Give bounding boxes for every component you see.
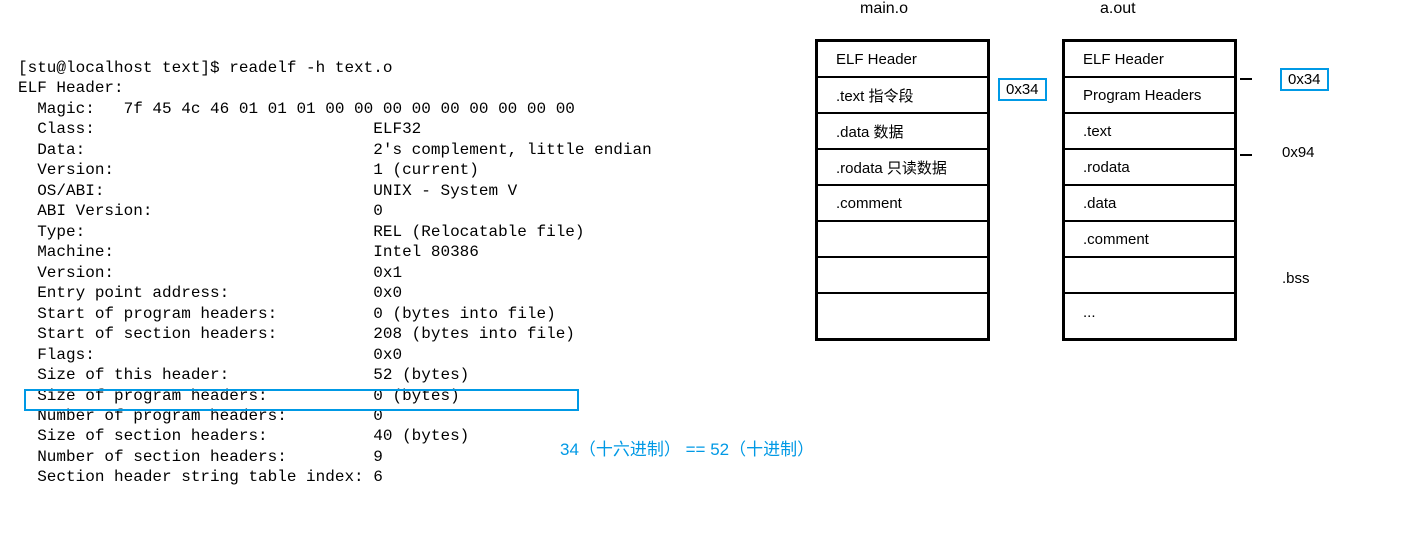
machine-line: Machine: Intel 80386 — [18, 243, 479, 261]
sizesh-line: Size of section headers: 40 (bytes) — [18, 427, 469, 445]
main-row-7 — [818, 294, 987, 330]
aout-tick-0x94 — [1240, 154, 1252, 156]
aout-title: a.out — [1100, 0, 1136, 18]
startph-line: Start of program headers: 0 (bytes into … — [18, 305, 556, 323]
aout-row-5: .comment — [1065, 222, 1234, 258]
type-line: Type: REL (Relocatable file) — [18, 223, 585, 241]
osabi-line: OS/ABI: UNIX - System V — [18, 182, 517, 200]
sizeph-line: Size of program headers: 0 (bytes) — [18, 387, 460, 405]
aout-row-4: .data — [1065, 186, 1234, 222]
main-row-3: .rodata 只读数据 — [818, 150, 987, 186]
main-row-6 — [818, 258, 987, 294]
aout-bss-label: .bss — [1282, 270, 1310, 287]
aout-row-2: .text — [1065, 114, 1234, 150]
aout-row-0: ELF Header — [1065, 42, 1234, 78]
aout-offset-0x94: 0x94 — [1282, 144, 1315, 161]
aout-row-7: ... — [1065, 294, 1234, 330]
entry-line: Entry point address: 0x0 — [18, 284, 402, 302]
sizehdr-line: Size of this header: 52 (bytes) — [18, 366, 469, 384]
prompt-line: [stu@localhost text]$ readelf -h text.o — [18, 59, 392, 77]
aout-row-1: Program Headers — [1065, 78, 1234, 114]
aout-row-6 — [1065, 258, 1234, 294]
startsh-line: Start of section headers: 208 (bytes int… — [18, 325, 575, 343]
version1-line: Version: 1 (current) — [18, 161, 479, 179]
version2-line: Version: 0x1 — [18, 264, 402, 282]
numsh-line: Number of section headers: 9 — [18, 448, 383, 466]
main-row-0: ELF Header — [818, 42, 987, 78]
main-row-1: .text 指令段 — [818, 78, 987, 114]
data-line: Data: 2's complement, little endian — [18, 141, 652, 159]
main-row-4: .comment — [818, 186, 987, 222]
main-offset-0x34: 0x34 — [998, 78, 1047, 101]
flags-line: Flags: 0x0 — [18, 346, 402, 364]
main-o-layout: ELF Header .text 指令段 .data 数据 .rodata 只读… — [815, 39, 990, 341]
terminal-output: [stu@localhost text]$ readelf -h text.o … — [18, 58, 652, 488]
aout-layout: ELF Header Program Headers .text .rodata… — [1062, 39, 1237, 341]
aout-row-3: .rodata — [1065, 150, 1234, 186]
class-line: Class: ELF32 — [18, 120, 421, 138]
main-o-title: main.o — [860, 0, 908, 18]
main-row-2: .data 数据 — [818, 114, 987, 150]
numph-line: Number of program headers: 0 — [18, 407, 383, 425]
shstrndx-line: Section header string table index: 6 — [18, 468, 383, 486]
annotation-hex-dec: 34（十六进制） == 52（十进制） — [560, 435, 814, 460]
elf-header-line: ELF Header: — [18, 79, 124, 97]
magic-line: Magic: 7f 45 4c 46 01 01 01 00 00 00 00 … — [18, 100, 575, 118]
aout-tick-0x34 — [1240, 78, 1252, 80]
abiver-line: ABI Version: 0 — [18, 202, 383, 220]
aout-offset-0x34: 0x34 — [1280, 68, 1329, 91]
main-row-5 — [818, 222, 987, 258]
